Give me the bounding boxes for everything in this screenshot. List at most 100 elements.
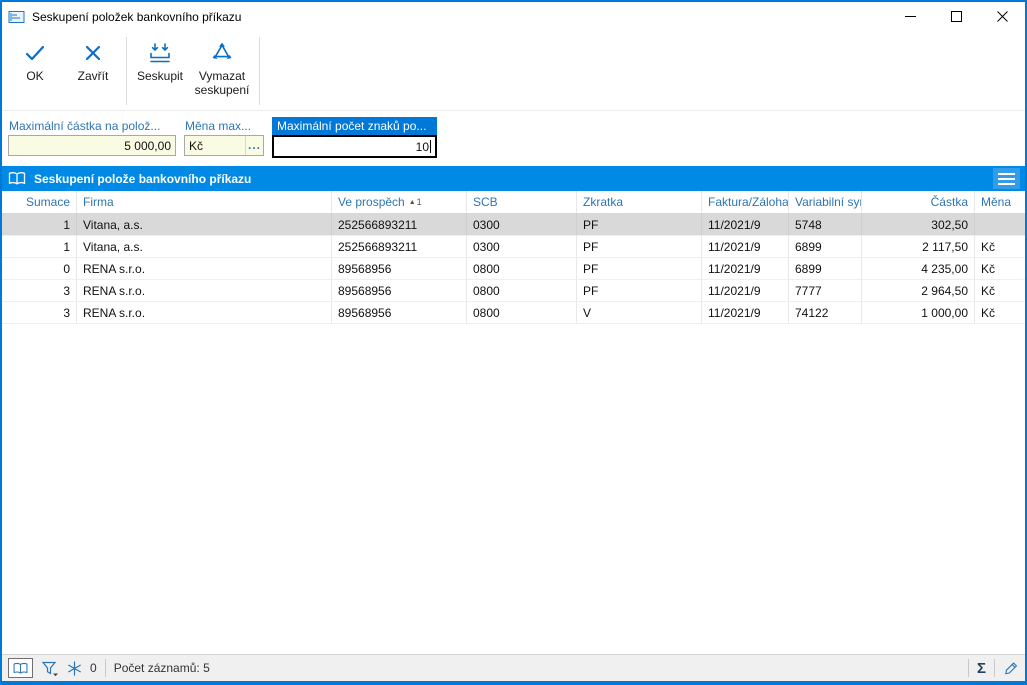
column-header-label: Ve prospěch — [338, 195, 405, 209]
table-cell: 6899 — [789, 236, 862, 257]
check-icon — [23, 41, 47, 65]
table-cell: Kč — [981, 239, 996, 254]
table-row[interactable]: 1 Vitana, a.s. 252566893211 0300 PF 11/2021/9… — [2, 236, 1025, 258]
table-cell: Vitana, a.s. — [77, 236, 332, 257]
clear-group-button[interactable]: Vymazat seskupení — [189, 34, 255, 108]
table-cell: 89568956 — [332, 258, 467, 279]
table-cell: 5748 — [789, 214, 862, 235]
close-dialog-button-label: Zavřít — [77, 69, 109, 83]
table-cell: 1 — [2, 236, 77, 257]
table-cell: 11/2021/9 — [702, 280, 789, 301]
table-cell: PF — [577, 214, 702, 235]
book-view-toggle[interactable] — [8, 658, 33, 678]
table-cell: Vitana, a.s. — [77, 214, 332, 235]
max-chars-field: Maximální počet znaků po... 10 — [272, 117, 437, 158]
table-cell: PF — [577, 258, 702, 279]
table-cell: 0300 — [467, 236, 577, 257]
column-header[interactable]: Ve prospěch ▲ 1 — [332, 191, 467, 213]
sort-indicator: ▲ — [408, 198, 416, 206]
table-row[interactable]: 3 RENA s.r.o. 89568956 0800 PF 11/2021/9 7777 2… — [2, 280, 1025, 302]
table-cell: 1 000,00 — [862, 302, 975, 323]
grid-menu-button[interactable] — [993, 168, 1020, 189]
edit-pencil-icon[interactable] — [1003, 661, 1019, 676]
statusbar-right: Σ — [967, 659, 1019, 677]
table-cell: 2 117,50 — [862, 236, 975, 257]
currency-input[interactable]: Kč ... — [184, 135, 264, 156]
titlebar[interactable]: Seskupení položek bankovního příkazu — [2, 2, 1025, 31]
close-button[interactable] — [979, 2, 1025, 31]
toolbar: OK Zavřít Seskupit Vymazat seskupení — [2, 31, 1025, 111]
column-header-label: Částka — [930, 195, 968, 209]
column-header[interactable]: Měna — [975, 191, 1025, 213]
statusbar-separator — [967, 659, 969, 677]
grid-titlebar: Seskupení polože bankovního příkazu — [2, 166, 1025, 191]
group-icon — [147, 41, 173, 65]
table-cell: 302,50 — [862, 214, 975, 235]
ok-button[interactable]: OK — [6, 34, 64, 108]
statusbar-separator — [994, 659, 995, 677]
column-header-label: Faktura/Záloha — [708, 195, 789, 209]
currency-picker-button[interactable]: ... — [245, 136, 263, 155]
table-cell: Kč — [981, 261, 996, 276]
filter-icon[interactable] — [41, 660, 59, 677]
group-button-label: Seskupit — [136, 69, 184, 83]
column-header-label: Firma — [83, 195, 114, 209]
table-cell: 6899 — [789, 258, 862, 279]
max-chars-label: Maximální počet znaků po... — [272, 117, 437, 135]
table-cell: 0800 — [467, 280, 577, 301]
window-controls — [887, 2, 1025, 31]
column-header[interactable]: Faktura/Záloha — [702, 191, 789, 213]
close-dialog-button[interactable]: Zavřít — [64, 34, 122, 108]
freeze-icon[interactable] — [67, 660, 82, 676]
table-row[interactable]: 3 RENA s.r.o. 89568956 0800 V 11/2021/9 74122 1… — [2, 302, 1025, 324]
window-title: Seskupení položek bankovního příkazu — [32, 9, 242, 24]
column-header[interactable]: Firma — [77, 191, 332, 213]
max-amount-input[interactable]: 5 000,00 — [8, 135, 176, 156]
record-count: Počet záznamů: 5 — [113, 661, 210, 675]
group-button[interactable]: Seskupit — [131, 34, 189, 108]
table-row[interactable]: 1 Vitana, a.s. 252566893211 0300 PF 11/2021/9… — [2, 214, 1025, 236]
max-amount-field: Maximální částka na polož... 5 000,00 — [8, 117, 176, 156]
recycle-icon — [210, 41, 234, 65]
parameters-row: Maximální částka na polož... 5 000,00 Mě… — [2, 111, 1025, 160]
frozen-count: 0 — [90, 661, 97, 675]
max-amount-value: 5 000,00 — [124, 138, 171, 153]
table-cell: V — [577, 302, 702, 323]
table-row[interactable]: 0 RENA s.r.o. 89568956 0800 PF 11/2021/9 6899 4… — [2, 258, 1025, 280]
ok-button-label: OK — [26, 69, 44, 83]
table-cell — [975, 214, 1025, 235]
x-icon — [83, 41, 103, 65]
table-cell: Kč — [981, 283, 996, 298]
table-cell: RENA s.r.o. — [77, 258, 332, 279]
table-cell: 3 — [2, 280, 77, 301]
table-cell: Kč — [981, 305, 996, 320]
text-cursor — [430, 140, 431, 153]
table-cell: 7777 — [789, 280, 862, 301]
grid-section-title: Seskupení polože bankovního příkazu — [34, 171, 252, 186]
clear-group-button-label: Vymazat seskupení — [194, 69, 250, 97]
table-cell: PF — [577, 280, 702, 301]
column-header-label: Sumace — [25, 195, 70, 209]
minimize-button[interactable] — [887, 2, 933, 31]
max-chars-input[interactable]: 10 — [272, 135, 437, 158]
table-cell: 0 — [2, 258, 77, 279]
column-header-label: SCB — [473, 195, 498, 209]
column-header[interactable]: Sumace — [2, 191, 77, 213]
grid-body: 1 Vitana, a.s. 252566893211 0300 PF 11/2021/9… — [2, 214, 1025, 654]
sum-icon[interactable]: Σ — [977, 661, 986, 676]
column-header[interactable]: Variabilní symb — [789, 191, 862, 213]
toolbar-separator — [126, 37, 127, 105]
table-cell: 2 964,50 — [862, 280, 975, 301]
sort-priority: 1 — [416, 197, 422, 207]
column-header[interactable]: Částka — [862, 191, 975, 213]
currency-label: Měna max... — [185, 119, 252, 133]
table-cell: 11/2021/9 — [702, 302, 789, 323]
column-header[interactable]: SCB — [467, 191, 577, 213]
dialog-window: Seskupení položek bankovního příkazu OK — [0, 0, 1027, 685]
column-header[interactable]: Zkratka — [577, 191, 702, 213]
table-cell: 0800 — [467, 302, 577, 323]
table-cell: 11/2021/9 — [702, 236, 789, 257]
table-cell: 11/2021/9 — [702, 258, 789, 279]
maximize-button[interactable] — [933, 2, 979, 31]
table-cell: 3 — [2, 302, 77, 323]
